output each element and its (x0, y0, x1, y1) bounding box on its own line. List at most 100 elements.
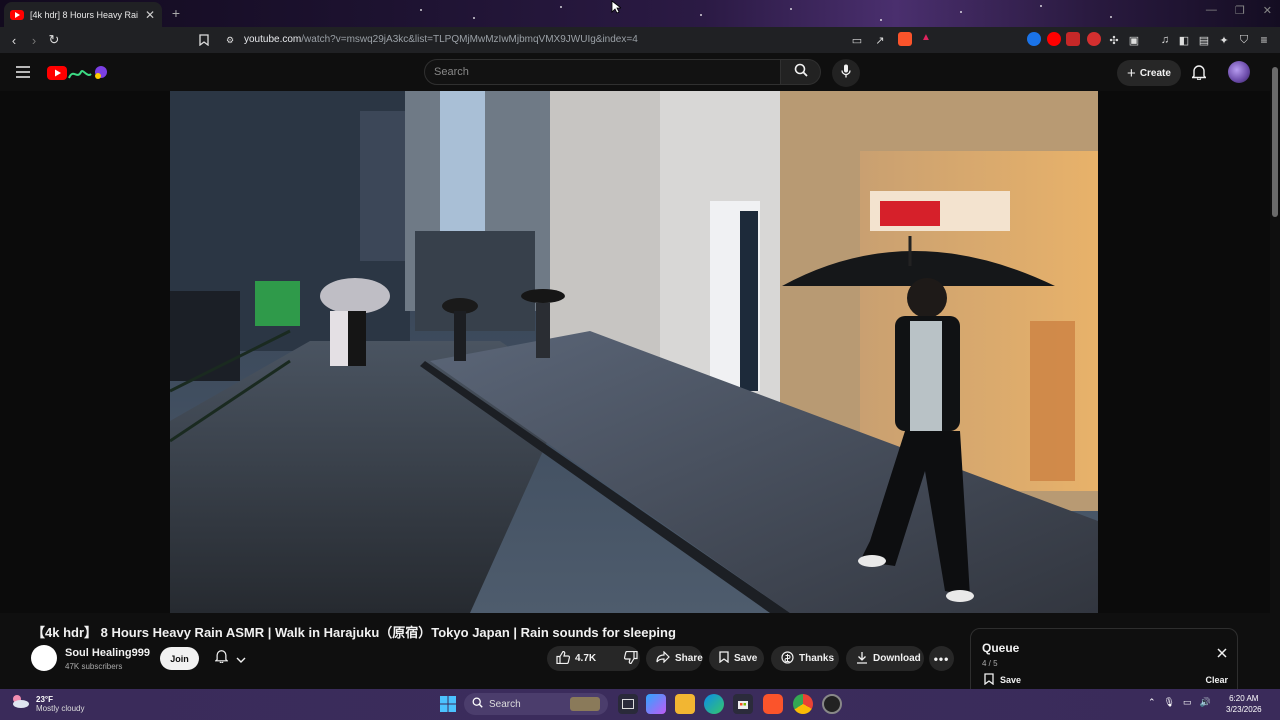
reload-icon[interactable]: ↻ (44, 30, 64, 50)
search-icon (794, 63, 808, 82)
weather-description: Mostly cloudy (36, 703, 85, 713)
mouse-cursor-icon (611, 0, 623, 19)
save-button[interactable]: Save (709, 646, 764, 671)
extension-red-icon[interactable] (1066, 32, 1080, 46)
address-bar[interactable]: youtube.com/watch?v=mswq29jA3kc&list=TLP… (244, 34, 638, 45)
file-explorer-icon[interactable] (675, 694, 695, 714)
share-label: Share (675, 653, 703, 664)
queue-position: 4 / 5 (982, 659, 998, 668)
brave-shield-icon[interactable] (898, 32, 912, 46)
tab-close-icon[interactable]: ✕ (144, 8, 156, 22)
sidebar-icon[interactable]: ◧ (1174, 30, 1194, 50)
user-avatar[interactable] (1228, 61, 1250, 83)
tray-chevron-up-icon[interactable]: ⌃ (1148, 697, 1156, 708)
extensions-puzzle-icon[interactable]: ✣ (1104, 30, 1124, 50)
queue-clear-button[interactable]: Clear (1205, 675, 1228, 685)
bookmark-icon (984, 673, 994, 687)
channel-name[interactable]: Soul Healing999 (65, 647, 150, 659)
video-title: 【4k hdr】 8 Hours Heavy Rain ASMR | Walk … (32, 625, 676, 640)
tray-microphone-icon[interactable]: 🎙 (1164, 697, 1175, 708)
super-thanks-icon (781, 650, 794, 667)
bookmark-save-icon (719, 651, 729, 666)
youtube-logo[interactable] (47, 64, 109, 87)
dislike-button[interactable] (615, 646, 647, 671)
extension-adblock-icon[interactable] (1087, 32, 1101, 46)
weather-cloud-icon (10, 693, 30, 714)
more-actions-button[interactable]: ••• (929, 646, 954, 671)
window-controls: — ❐ ✕ (1206, 4, 1272, 17)
maximize-icon[interactable]: ❐ (1235, 4, 1245, 17)
obs-studio-icon[interactable] (822, 694, 842, 714)
leo-ai-icon[interactable]: ✦ (1214, 30, 1234, 50)
share-button[interactable]: Share (646, 646, 703, 671)
chrome-browser-icon[interactable] (793, 694, 813, 714)
search-button[interactable] (781, 59, 821, 85)
tab-title: [4k hdr] 8 Hours Heavy Rain (30, 9, 138, 20)
search-input[interactable]: Search (424, 59, 781, 85)
like-button[interactable]: 4.7K (547, 646, 605, 671)
thanks-label: Thanks (799, 653, 835, 664)
windows-start-icon[interactable] (438, 694, 458, 714)
share-arrow-icon (656, 650, 670, 666)
back-icon[interactable]: ‹ (4, 30, 24, 50)
notifications-bell-icon[interactable] (1190, 64, 1208, 85)
close-icon[interactable] (1217, 645, 1227, 663)
clock-date: 3/23/2026 (1226, 705, 1262, 714)
url-path: /watch?v=mswq29jA3kc&list=TLPQMjMwMzIwMj… (301, 34, 638, 45)
clock-time: 6:20 AM (1229, 694, 1259, 703)
browser-tab[interactable]: [4k hdr] 8 Hours Heavy Rain ✕ (4, 2, 162, 27)
queue-save-button[interactable]: Save (984, 673, 1021, 687)
minimize-icon[interactable]: — (1206, 4, 1217, 17)
download-icon (856, 651, 868, 667)
video-player[interactable] (170, 91, 1098, 613)
subscriber-count: 47K subscribers (65, 662, 123, 671)
subscription-bell-button[interactable] (206, 647, 254, 670)
windows-taskbar: 23°F Mostly cloudy Search ⌃ 🎙 ▭ 🔊 6:20 A… (0, 689, 1280, 720)
edge-browser-icon[interactable] (704, 694, 724, 714)
search-icon (472, 697, 483, 711)
close-window-icon[interactable]: ✕ (1263, 4, 1272, 17)
queue-title: Queue (982, 641, 1020, 655)
extension-youtube-icon[interactable] (1047, 32, 1061, 46)
bookmark-icon[interactable] (194, 30, 214, 50)
like-count: 4.7K (575, 653, 597, 664)
screenshot-icon[interactable]: ▣ (1124, 30, 1144, 50)
thumbs-down-icon (624, 650, 638, 667)
url-host: youtube.com (244, 34, 302, 45)
site-info-icon[interactable]: ⚙ (220, 30, 240, 50)
system-tray: ⌃ 🎙 ▭ 🔊 (1148, 697, 1211, 708)
like-dislike-group: 4.7K (547, 646, 640, 671)
brave-browser-icon[interactable] (763, 694, 783, 714)
new-tab-icon[interactable]: + (168, 5, 184, 21)
tray-network-icon[interactable]: ▭ (1183, 697, 1192, 708)
weather-widget[interactable]: 23°F Mostly cloudy (10, 693, 84, 714)
scrollbar-thumb[interactable] (1272, 67, 1278, 217)
thumbs-up-icon (556, 650, 571, 667)
thanks-button[interactable]: Thanks (771, 646, 839, 671)
cast-icon[interactable]: ▭ (847, 30, 867, 50)
tray-volume-icon[interactable]: 🔊 (1200, 697, 1211, 708)
copilot-icon[interactable] (646, 694, 666, 714)
menu-icon[interactable]: ≡ (1254, 30, 1274, 50)
media-control-icon[interactable]: ♫ (1155, 30, 1175, 50)
rewards-icon[interactable]: ▲ (919, 32, 933, 46)
forward-icon[interactable]: › (24, 30, 44, 50)
chevron-down-icon (236, 650, 246, 668)
hamburger-menu-icon[interactable] (16, 65, 30, 83)
taskbar-search[interactable]: Search (464, 693, 608, 715)
page-scrollbar[interactable] (1270, 53, 1280, 689)
channel-avatar[interactable] (31, 645, 57, 671)
voice-search-button[interactable] (832, 59, 860, 87)
create-button[interactable]: + Create (1117, 60, 1181, 86)
microsoft-store-icon[interactable] (733, 694, 753, 714)
task-view-icon[interactable] (618, 694, 638, 714)
video-frame (170, 91, 1098, 613)
wallet-icon[interactable]: ▤ (1194, 30, 1214, 50)
taskbar-clock[interactable]: 6:20 AM 3/23/2026 (1226, 693, 1262, 715)
download-button[interactable]: Download (846, 646, 924, 671)
join-button[interactable]: Join (160, 647, 199, 670)
share-page-icon[interactable]: ↗ (870, 30, 890, 50)
extension-translate-icon[interactable] (1027, 32, 1041, 46)
bell-icon (213, 649, 229, 668)
vpn-icon[interactable]: ⛉ (1234, 30, 1254, 50)
